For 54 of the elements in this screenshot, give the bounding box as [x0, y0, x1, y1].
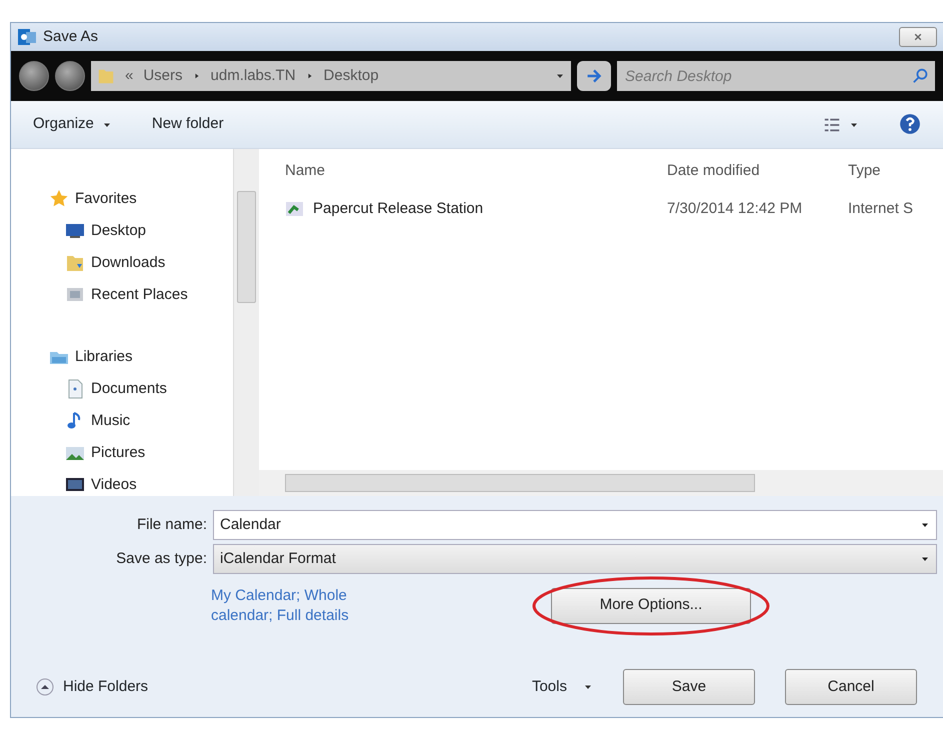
new-folder-button[interactable]: New folder	[152, 113, 224, 136]
hide-folders-button[interactable]: Hide Folders	[35, 676, 148, 698]
column-header[interactable]: Name	[259, 160, 657, 182]
details-link[interactable]: My Calendar; Whole calendar; Full details	[211, 586, 401, 625]
address-bar[interactable]: « Users udm.labs.TN Desktop	[91, 61, 571, 91]
sidebar-item[interactable]: Music	[49, 405, 233, 437]
column-header[interactable]: Type	[840, 160, 881, 182]
file-name[interactable]: Papercut Release Station	[313, 198, 484, 220]
chevron-icon	[306, 72, 314, 80]
help-button[interactable]	[899, 112, 921, 136]
tools-button[interactable]: Tools	[532, 676, 593, 698]
file-type-dropdown[interactable]: iCalendar Format	[213, 544, 937, 574]
cancel-button[interactable]: Cancel	[785, 669, 917, 705]
chevron-icon	[192, 72, 201, 80]
breadcrumb-item[interactable]: Desktop	[324, 64, 379, 88]
refresh-button[interactable]	[577, 61, 611, 91]
save-button[interactable]: Save	[623, 669, 755, 705]
view-button[interactable]	[823, 116, 859, 134]
breadcrumb-item[interactable]: «	[125, 64, 134, 88]
sidebar-group[interactable]: Favorites	[49, 183, 233, 215]
breadcrumb-item[interactable]: Users	[143, 64, 183, 88]
folder-icon	[65, 253, 85, 273]
folder-icon	[97, 67, 115, 85]
sidebar-item[interactable]: Downloads	[49, 247, 233, 279]
star-icon	[49, 189, 69, 209]
list-view-icon	[823, 116, 841, 134]
search-button[interactable]	[907, 61, 935, 91]
monitor-icon	[65, 221, 85, 241]
field-label: Save as type:	[115, 548, 207, 569]
sidebar-item[interactable]: Recent Places	[49, 279, 233, 311]
window-title: Save As	[43, 26, 98, 47]
outlook-icon	[17, 27, 37, 47]
search-field[interactable]: Search Desktop	[617, 61, 907, 91]
sidebar-item[interactable]: Documents	[49, 373, 233, 405]
more-options-button[interactable]: More Options...	[551, 588, 751, 624]
collapse-icon	[35, 677, 55, 697]
breadcrumb-item[interactable]: udm.labs.TN	[210, 64, 296, 88]
search-icon	[912, 66, 930, 85]
vertical-scrollbar[interactable]	[233, 149, 259, 496]
help-icon	[899, 113, 921, 136]
close-button[interactable]	[899, 27, 937, 47]
column-header[interactable]: Date modified	[657, 160, 840, 182]
organize-button[interactable]: Organize	[33, 113, 112, 136]
file-name-field[interactable]: Calendar	[213, 510, 937, 540]
table-cell-text: 7/30/2014 12:42 PM	[666, 198, 804, 219]
refresh-icon	[586, 68, 602, 84]
sidebar-group[interactable]: Libraries	[49, 341, 233, 373]
horizontal-scrollbar[interactable]	[259, 470, 943, 496]
sidebar-item[interactable]: Videos	[49, 469, 233, 496]
sidebar-item[interactable]: Pictures	[49, 437, 233, 469]
table-cell-text: Internet S	[847, 198, 914, 219]
field-label: File name:	[136, 514, 207, 535]
shortcut-icon	[285, 199, 305, 219]
sidebar-item[interactable]: Desktop	[49, 215, 233, 247]
